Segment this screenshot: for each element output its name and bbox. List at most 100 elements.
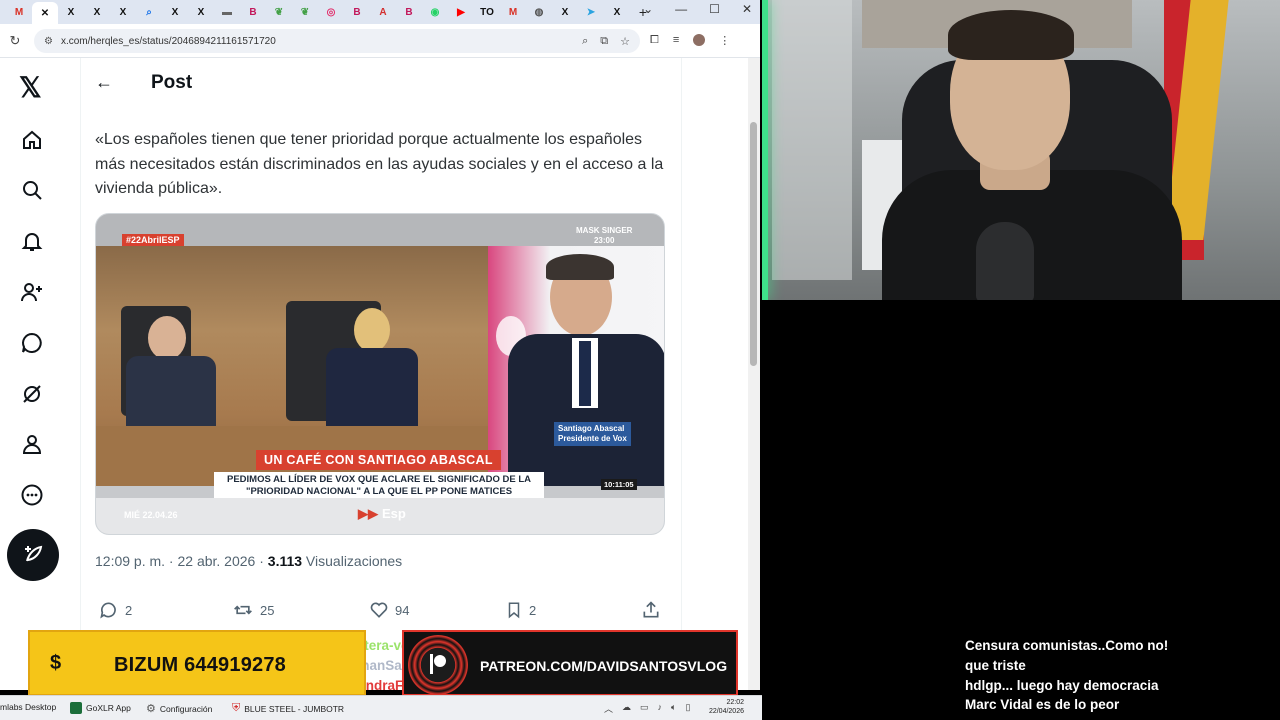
grok-icon[interactable]	[18, 380, 46, 408]
gmail-icon: M	[508, 6, 518, 18]
url-field[interactable]: ⚙ x.com/herqles_es/status/20468942111615…	[34, 29, 640, 53]
x-logo-icon[interactable]: 𝕏	[19, 71, 42, 104]
left-navigation: 𝕏	[0, 58, 66, 690]
browser-tab[interactable]: ❦	[292, 2, 318, 22]
bookmark-icon	[508, 602, 520, 619]
browser-tab[interactable]: ✕	[32, 2, 58, 24]
like-button[interactable]: 94	[369, 600, 409, 620]
video-brand-line1: MASK SINGER	[576, 226, 633, 235]
x-icon: X	[171, 6, 179, 18]
search-icon[interactable]	[18, 176, 46, 204]
url-text: x.com/herqles_es/status/2046894211161571…	[60, 35, 276, 47]
profile-avatar[interactable]	[693, 34, 706, 46]
back-arrow-icon[interactable]: ←	[95, 72, 113, 93]
browser-tab[interactable]: ⌕	[136, 2, 162, 22]
browser-tab[interactable]: ◎	[318, 2, 344, 22]
leaf-icon: ❦	[274, 6, 284, 18]
bizum-banner: $ BIZUM 644919278	[28, 630, 366, 696]
tweet-text: «Los españoles tienen que tener priorida…	[95, 131, 664, 197]
reading-list-icon[interactable]: ≡	[673, 34, 679, 47]
minimize-icon[interactable]: —	[675, 2, 687, 16]
repost-button[interactable]: 25	[232, 600, 274, 620]
video-banner: UN CAFÉ CON SANTIAGO ABASCAL	[256, 450, 501, 470]
browser-tab[interactable]: X	[162, 2, 188, 22]
browser-tab[interactable]: M	[500, 2, 526, 22]
clock-time: 22:02	[726, 699, 744, 706]
chevron-down-icon[interactable]: ⌄	[643, 2, 653, 16]
browser-tab[interactable]: ▬	[214, 2, 240, 22]
browser-tab[interactable]: ◉	[422, 2, 448, 22]
zoom-icon[interactable]: ⌕	[582, 35, 588, 48]
browser-tab[interactable]: X	[188, 2, 214, 22]
view-count: 3.113	[267, 553, 303, 569]
browser-tab[interactable]: ➤	[578, 2, 604, 22]
reply-icon	[100, 602, 116, 619]
chat-text: que triste	[965, 658, 1026, 673]
reload-icon[interactable]: ↻	[0, 33, 30, 49]
tweet-metadata: 12:09 p. m. · 22 abr. 2026 · 3.113 Visua…	[95, 553, 402, 569]
browser-tab[interactable]: X	[58, 2, 84, 22]
tweet-video[interactable]: #22AbrilESP MASK SINGER 23:00 Santiago A…	[95, 213, 665, 535]
scrollbar-thumb[interactable]	[750, 122, 757, 366]
browser-tab[interactable]: ◍	[526, 2, 552, 22]
system-clock[interactable]: 22:02 22/04/2026	[709, 698, 744, 716]
more-options-icon[interactable]	[18, 481, 46, 509]
browser-tab[interactable]: M	[6, 2, 32, 22]
taskbar-item-settings[interactable]: ⚙ Configuración	[146, 702, 212, 715]
site-info-icon[interactable]: ⚙	[44, 36, 53, 47]
microphone-icon[interactable]: ♪	[658, 702, 663, 715]
compose-post-button[interactable]	[7, 529, 59, 581]
repost-icon	[234, 605, 252, 615]
video-date: MIÉ 22.04.26	[124, 510, 178, 520]
more-menu-icon[interactable]: ⋮	[719, 34, 730, 47]
browser-tab[interactable]: X	[604, 2, 630, 22]
close-icon[interactable]: ✕	[742, 2, 752, 16]
b-icon: B	[249, 6, 257, 18]
reply-count: 2	[125, 602, 133, 618]
feather-plus-icon	[25, 545, 43, 562]
browser-tab[interactable]: ❦	[266, 2, 292, 22]
follow-icon[interactable]	[18, 278, 46, 306]
cloud-icon[interactable]: ☁	[622, 702, 631, 715]
dollar-icon: $	[50, 652, 62, 674]
share-button[interactable]	[641, 600, 661, 620]
browser-tab[interactable]: X	[110, 2, 136, 22]
live-chat: @pantera-voxera Censura comunistas..Como …	[312, 636, 1280, 720]
video-channel-name: Esp	[382, 506, 406, 521]
install-app-icon[interactable]: ⧉	[600, 35, 608, 48]
chevron-up-icon[interactable]: ︿	[604, 702, 613, 715]
taskbar-item-label: BLUE STEEL - JUMBOTR	[244, 703, 345, 714]
tweet-timestamp[interactable]: 12:09 p. m. · 22 abr. 2026 ·	[95, 553, 268, 569]
bookmark-button[interactable]: 2	[505, 600, 536, 620]
bookmark-count: 2	[529, 602, 537, 618]
home-icon[interactable]	[18, 126, 46, 154]
profile-icon[interactable]	[18, 430, 46, 458]
reply-button[interactable]: 2	[99, 600, 132, 620]
chat-bubble-icon[interactable]	[18, 329, 46, 357]
bookmark-star-icon[interactable]: ☆	[620, 35, 630, 48]
browser-tab[interactable]: B	[240, 2, 266, 22]
monitor-icon[interactable]: ▭	[640, 702, 649, 715]
page-scrollbar[interactable]	[748, 58, 760, 690]
maximize-icon[interactable]: ☐	[709, 2, 720, 16]
telegram-icon: ➤	[586, 6, 596, 18]
browser-tab[interactable]: B	[344, 2, 370, 22]
taskbar-item-blue-steel[interactable]: ⛨ BLUE STEEL - JUMBOTR	[232, 702, 344, 715]
chat-text: Marc Vidal es de lo peor	[965, 697, 1120, 712]
taskbar-item-goxlr[interactable]: GoXLR App	[70, 702, 131, 714]
chat-text: hdlgp... luego hay democracia	[965, 678, 1159, 693]
browser-tab[interactable]: A	[370, 2, 396, 22]
notifications-bell-icon[interactable]	[18, 227, 46, 255]
taskbar-item-streamlabs[interactable]: mlabs Desktop	[0, 702, 56, 712]
battery-icon[interactable]: ▯	[685, 702, 690, 715]
browser-tab[interactable]: X	[84, 2, 110, 22]
leaf-icon: ❦	[300, 6, 310, 18]
play-arrows-icon: ▶▶	[358, 506, 378, 521]
extensions-icon[interactable]: ⧠	[650, 34, 659, 47]
browser-tab[interactable]: ▶	[448, 2, 474, 22]
browser-tab[interactable]: X	[552, 2, 578, 22]
patreon-banner: PATREON.COM/DAVIDSANTOSVLOG	[402, 630, 738, 696]
browser-tab[interactable]: B	[396, 2, 422, 22]
browser-tab[interactable]: TO	[474, 2, 500, 22]
volume-icon[interactable]: 🔈︎	[671, 702, 676, 715]
